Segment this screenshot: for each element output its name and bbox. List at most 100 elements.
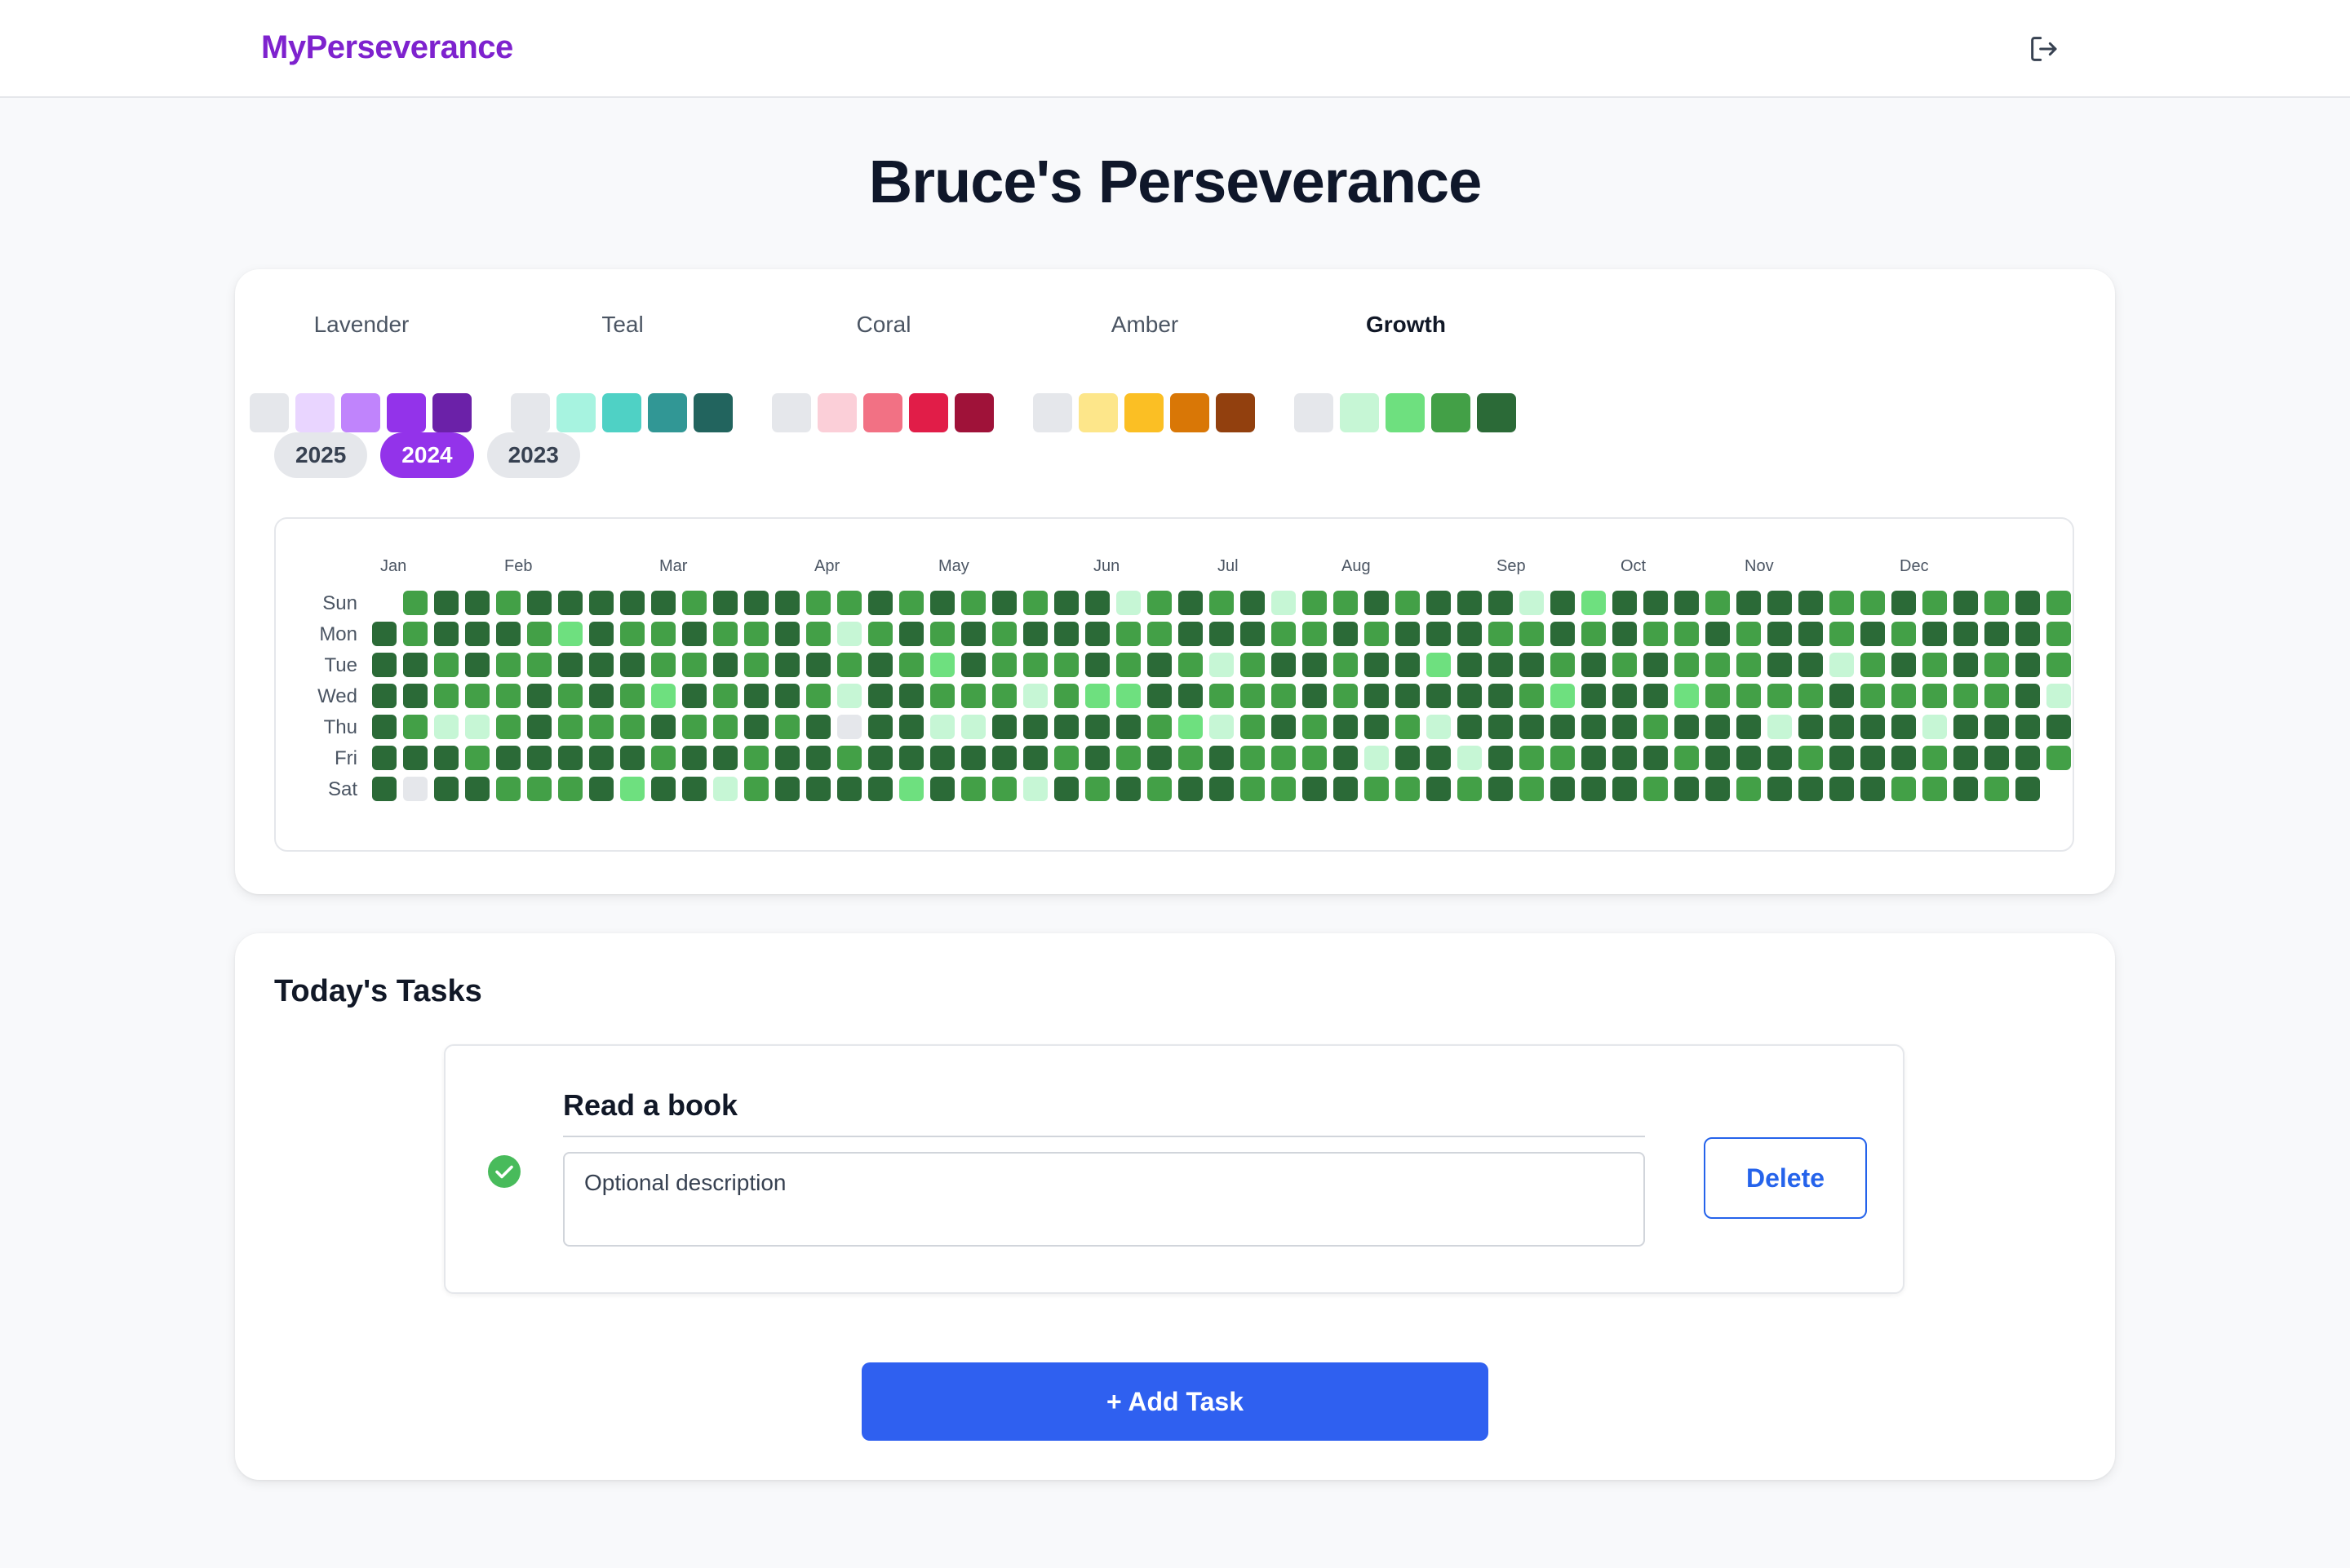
heatmap-cell[interactable] <box>1457 591 1482 615</box>
palette-swatch[interactable] <box>1124 393 1164 432</box>
heatmap-cell[interactable] <box>713 715 738 739</box>
heatmap-cell[interactable] <box>713 684 738 708</box>
heatmap-cell[interactable] <box>1302 746 1327 770</box>
palette-swatch[interactable] <box>694 393 733 432</box>
heatmap-cell[interactable] <box>1767 715 1792 739</box>
heatmap-cell[interactable] <box>837 653 862 677</box>
heatmap-cell[interactable] <box>744 684 769 708</box>
heatmap-cell[interactable] <box>1364 591 1389 615</box>
heatmap-cell[interactable] <box>1178 715 1203 739</box>
heatmap-cell[interactable] <box>2015 746 2040 770</box>
heatmap-cell[interactable] <box>651 591 676 615</box>
heatmap-cell[interactable] <box>713 777 738 801</box>
heatmap-cell[interactable] <box>1829 653 1854 677</box>
heatmap-cell[interactable] <box>1922 777 1947 801</box>
heatmap-cell[interactable] <box>1705 777 1730 801</box>
heatmap-cell[interactable] <box>930 591 955 615</box>
heatmap-cell[interactable] <box>1302 653 1327 677</box>
palette-teal[interactable]: Teal <box>511 310 734 432</box>
heatmap-cell[interactable] <box>1581 653 1606 677</box>
heatmap-cell[interactable] <box>899 622 924 646</box>
heatmap-cell[interactable] <box>1519 715 1544 739</box>
heatmap-cell[interactable] <box>775 684 800 708</box>
heatmap-cell[interactable] <box>1674 622 1699 646</box>
logout-icon[interactable] <box>2027 33 2060 65</box>
heatmap-cell[interactable] <box>1829 622 1854 646</box>
heatmap-cell[interactable] <box>1023 653 1048 677</box>
heatmap-cell[interactable] <box>1023 622 1048 646</box>
heatmap-cell[interactable] <box>775 591 800 615</box>
heatmap-cell[interactable] <box>620 653 645 677</box>
heatmap-cell[interactable] <box>1147 684 1172 708</box>
heatmap-cell[interactable] <box>961 746 986 770</box>
heatmap-cell[interactable] <box>713 746 738 770</box>
heatmap-cell[interactable] <box>806 591 831 615</box>
heatmap-cell[interactable] <box>620 746 645 770</box>
heatmap-cell[interactable] <box>589 715 614 739</box>
heatmap-cell[interactable] <box>1364 715 1389 739</box>
heatmap-cell[interactable] <box>930 777 955 801</box>
heatmap-cell[interactable] <box>1395 591 1420 615</box>
heatmap-cell[interactable] <box>1240 591 1265 615</box>
heatmap-cell[interactable] <box>837 622 862 646</box>
heatmap-cell[interactable] <box>1364 746 1389 770</box>
heatmap-cell[interactable] <box>1612 715 1637 739</box>
palette-swatch[interactable] <box>602 393 641 432</box>
heatmap-cell[interactable] <box>1519 591 1544 615</box>
heatmap-cell[interactable] <box>682 622 707 646</box>
heatmap-cell[interactable] <box>1798 591 1823 615</box>
heatmap-cell[interactable] <box>1984 777 2009 801</box>
heatmap-cell[interactable] <box>1395 777 1420 801</box>
heatmap-cell[interactable] <box>372 684 397 708</box>
heatmap-cell[interactable] <box>1488 591 1513 615</box>
heatmap-cell[interactable] <box>1829 777 1854 801</box>
heatmap-cell[interactable] <box>1891 746 1916 770</box>
heatmap-cell[interactable] <box>837 746 862 770</box>
heatmap-cell[interactable] <box>2015 591 2040 615</box>
heatmap-cell[interactable] <box>713 653 738 677</box>
palette-swatch[interactable] <box>556 393 596 432</box>
heatmap-cell[interactable] <box>1457 746 1482 770</box>
heatmap-cell[interactable] <box>403 684 428 708</box>
heatmap-cell[interactable] <box>1333 684 1358 708</box>
heatmap-cell[interactable] <box>1674 591 1699 615</box>
heatmap-cell[interactable] <box>1736 622 1761 646</box>
heatmap-cell[interactable] <box>1023 715 1048 739</box>
heatmap-cell[interactable] <box>1178 591 1203 615</box>
heatmap-cell[interactable] <box>992 653 1017 677</box>
heatmap-cell[interactable] <box>1612 591 1637 615</box>
heatmap-cell[interactable] <box>1271 715 1296 739</box>
heatmap-cell[interactable] <box>465 715 490 739</box>
heatmap-cell[interactable] <box>744 715 769 739</box>
palette-swatch[interactable] <box>863 393 902 432</box>
heatmap-cell[interactable] <box>1643 591 1668 615</box>
heatmap-cell[interactable] <box>1674 777 1699 801</box>
heatmap-cell[interactable] <box>1953 746 1978 770</box>
palette-swatch[interactable] <box>1431 393 1470 432</box>
heatmap-cell[interactable] <box>1426 653 1451 677</box>
palette-swatch[interactable] <box>1294 393 1333 432</box>
heatmap-cell[interactable] <box>744 777 769 801</box>
heatmap-cell[interactable] <box>496 715 521 739</box>
heatmap-cell[interactable] <box>930 622 955 646</box>
heatmap-cell[interactable] <box>434 777 459 801</box>
heatmap-cell[interactable] <box>682 653 707 677</box>
heatmap-cell[interactable] <box>1457 715 1482 739</box>
heatmap-cell[interactable] <box>1984 746 2009 770</box>
heatmap-cell[interactable] <box>1302 777 1327 801</box>
heatmap-cell[interactable] <box>1953 653 1978 677</box>
heatmap-cell[interactable] <box>1643 746 1668 770</box>
heatmap-cell[interactable] <box>620 777 645 801</box>
heatmap-cell[interactable] <box>1984 715 2009 739</box>
heatmap-cell[interactable] <box>992 591 1017 615</box>
heatmap-cell[interactable] <box>434 653 459 677</box>
heatmap-cell[interactable] <box>1364 653 1389 677</box>
heatmap-cell[interactable] <box>1860 684 1885 708</box>
palette-swatch[interactable] <box>432 393 472 432</box>
heatmap-cell[interactable] <box>1612 777 1637 801</box>
heatmap-cell[interactable] <box>1240 653 1265 677</box>
heatmap-cell[interactable] <box>1519 653 1544 677</box>
heatmap-cell[interactable] <box>1333 653 1358 677</box>
heatmap-cell[interactable] <box>1829 591 1854 615</box>
heatmap-cell[interactable] <box>1209 684 1234 708</box>
